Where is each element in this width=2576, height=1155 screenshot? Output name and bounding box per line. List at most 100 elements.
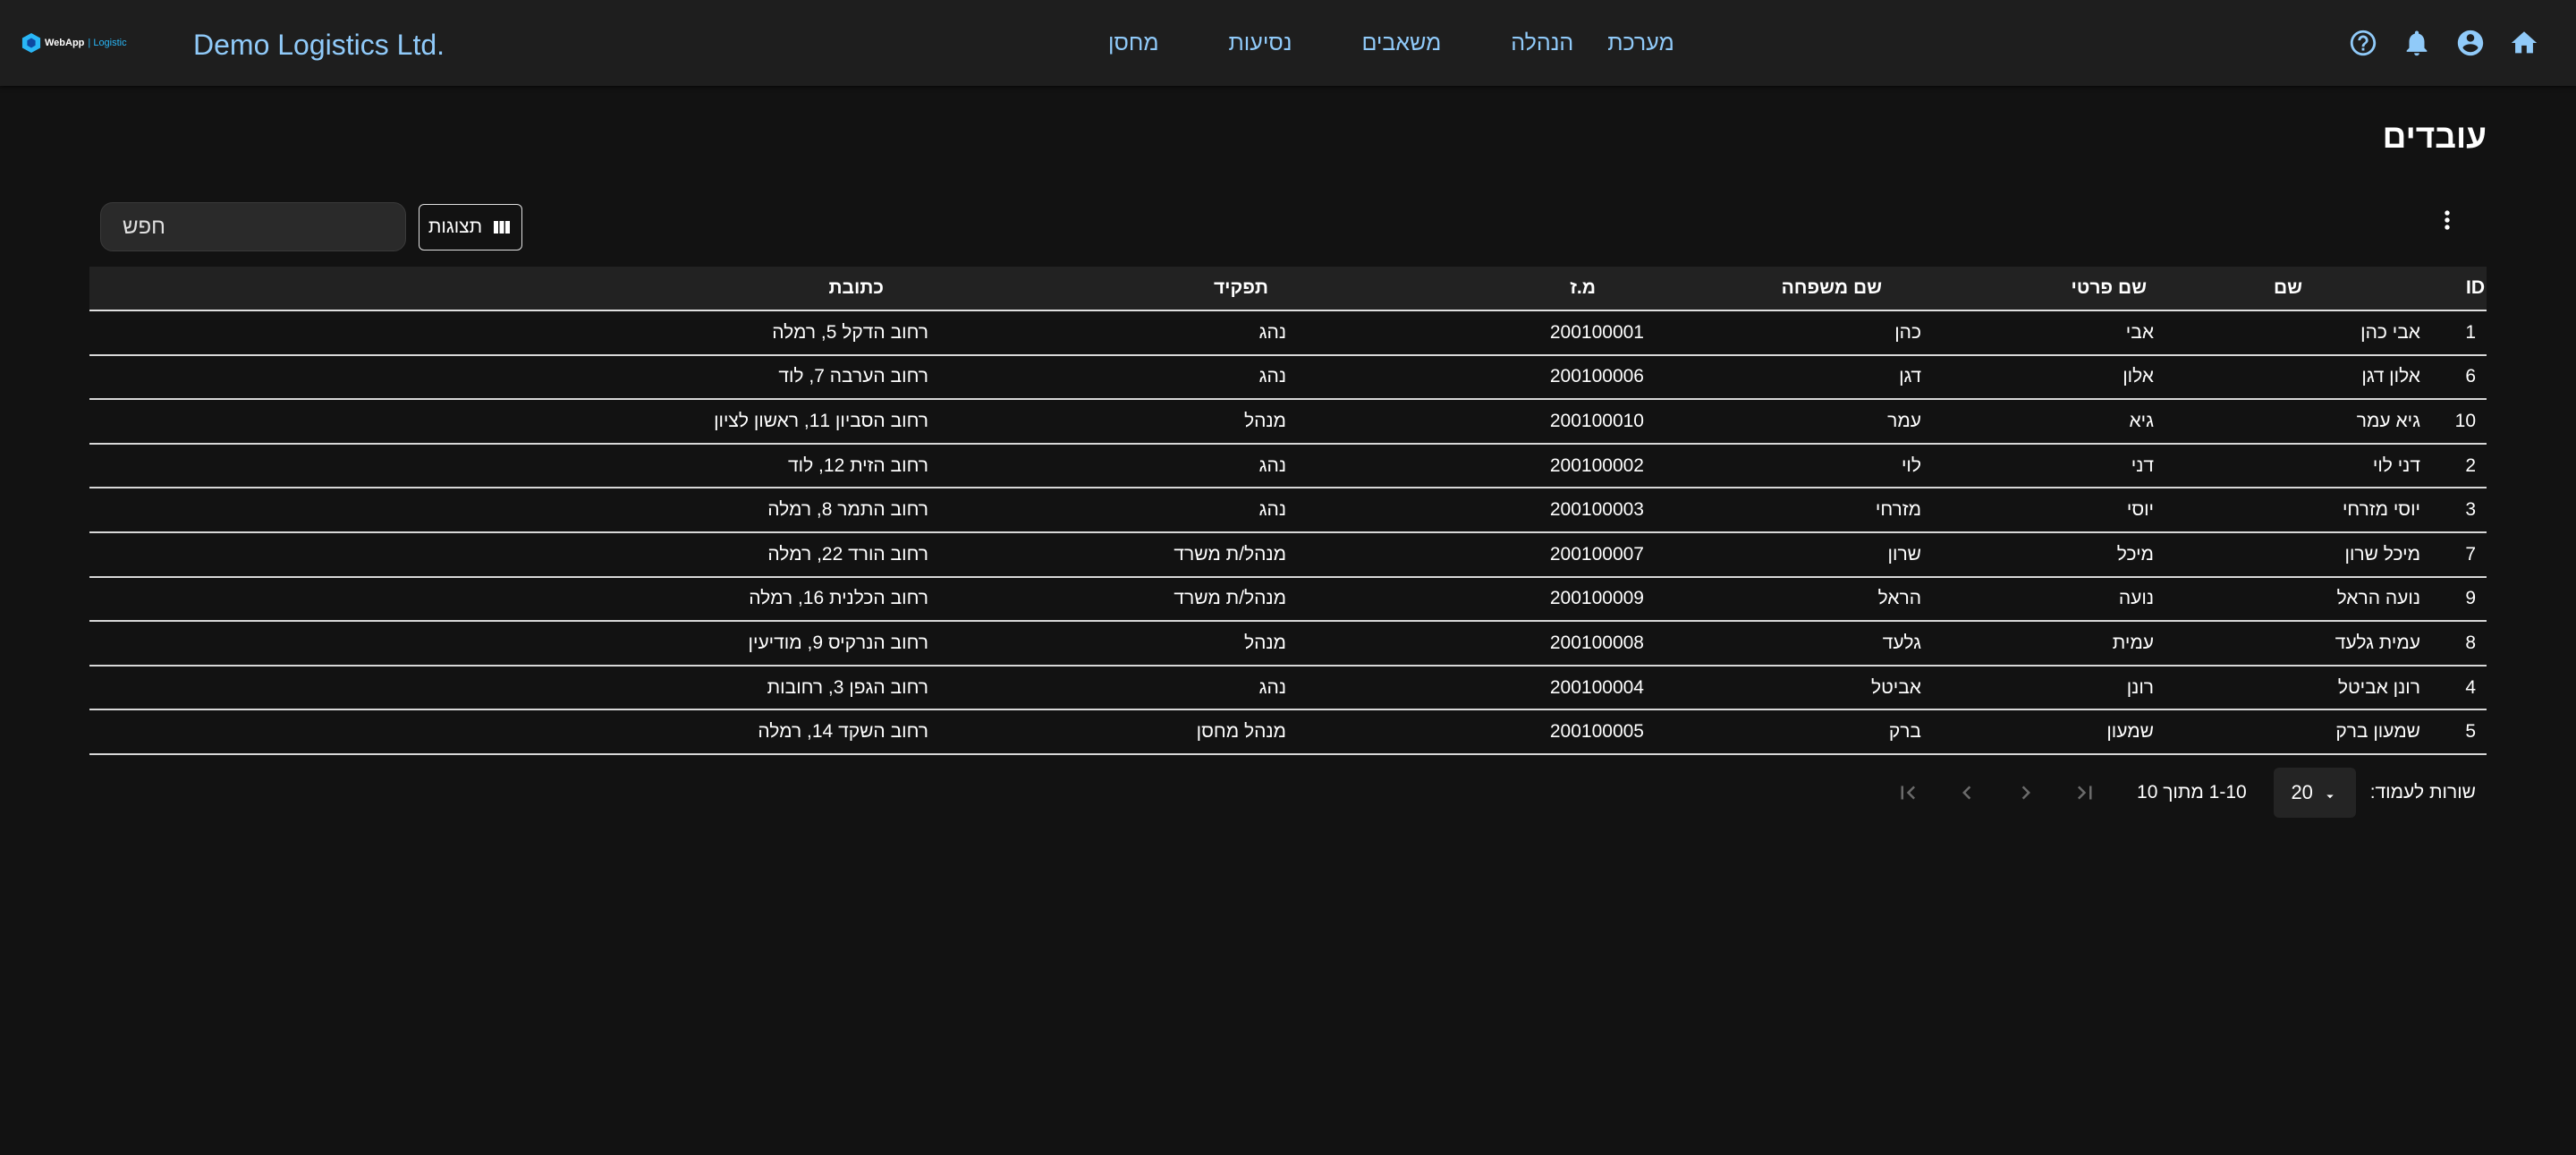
next-page-button[interactable]	[1949, 775, 1985, 811]
first-page-button[interactable]	[2067, 775, 2103, 811]
more-options-button[interactable]	[2429, 202, 2465, 238]
cell-id-number: 200100001	[1297, 310, 1655, 356]
cell-name-text: אבי כהן	[2360, 321, 2420, 343]
cell-first-name-text: יוסי	[2126, 499, 2154, 521]
cell-address-text: רחוב הכלנית 16, רמלה	[749, 588, 928, 609]
bell-icon[interactable]	[2399, 25, 2435, 61]
columns-view-button[interactable]: תצוגות	[419, 204, 522, 251]
previous-page-button[interactable]	[2008, 775, 2044, 811]
cell-name: אלון דגן	[2165, 354, 2433, 401]
cell-role: נהג	[939, 488, 1297, 533]
rows-per-page-select[interactable]: 20	[2273, 768, 2356, 818]
cell-role-text: מנהל	[1243, 410, 1286, 431]
cell-address: רחוב הסביון 11, ראשון לציון	[89, 399, 939, 445]
cell-address-text: רחוב הסביון 11, ראשון לציון	[714, 410, 928, 431]
cell-id-number-text: 200100001	[1549, 321, 1644, 343]
cell-address-text: רחוב הורד 22, רמלה	[767, 543, 928, 565]
table-row[interactable]: 6 אלון דגן אלון דגן 200100006 נהג רחוב הערבה 7…	[89, 354, 2487, 401]
employees-table: ID שם שם פרטי שם משפחה מ.ז תפקיד כתובת 1…	[89, 267, 2487, 755]
cell-id: 5	[2433, 709, 2487, 755]
table-row[interactable]: 1 אבי כהן אבי כהן 200100001 נהג רחוב הדקל 5, ר…	[89, 310, 2487, 356]
cell-address: רחוב התמר 8, רמלה	[89, 488, 939, 533]
cell-first-name: אבי	[1932, 310, 2165, 356]
table-row[interactable]: 7 מיכל שרון מיכל שרון 200100007 מנהל/ת משרד רח…	[89, 531, 2487, 578]
columns-button-label: תצוגות	[428, 217, 483, 237]
cell-id-number-text: 200100008	[1549, 632, 1644, 653]
nav-item-warehouse[interactable]: מחסן	[1091, 23, 1176, 63]
logo-text: WebApp	[45, 38, 85, 48]
cell-first-name: אלון	[1932, 354, 2165, 401]
cell-role: מנהל	[939, 621, 1297, 667]
cell-first-name: עמית	[1932, 621, 2165, 667]
cell-last-name-text: הראל	[1877, 588, 1921, 609]
cell-address-text: רחוב הזית 12, לוד	[788, 454, 928, 476]
cell-id-text: 6	[2465, 366, 2476, 387]
cell-last-name-text: שרון	[1887, 543, 1921, 565]
main-nav: מחסן נסיעות משאבים הנהלה מערכת	[1055, 23, 1691, 63]
cell-id-text: 3	[2465, 499, 2476, 521]
cell-last-name: אביטל	[1655, 665, 1932, 711]
cell-id-number: 200100005	[1297, 709, 1655, 755]
cell-role-text: נהג	[1258, 366, 1286, 387]
cell-id-text: 4	[2465, 676, 2476, 698]
cell-name-text: גיא עמר	[2356, 410, 2420, 431]
cell-address-text: רחוב הגפן 3, רחובות	[767, 676, 928, 698]
cell-first-name: מיכל	[1932, 531, 2165, 578]
cell-role: נהג	[939, 443, 1297, 489]
cell-role-text: נהג	[1258, 454, 1286, 476]
home-icon[interactable]	[2506, 25, 2542, 61]
cell-address: רחוב השקד 14, רמלה	[89, 709, 939, 755]
column-header-role[interactable]: תפקיד	[939, 267, 1297, 311]
cell-id: 1	[2433, 310, 2487, 356]
cell-last-name-text: גלעד	[1882, 632, 1921, 653]
nav-item-trips[interactable]: נסיעות	[1212, 23, 1309, 63]
table-row[interactable]: 5 שמעון ברק שמעון ברק 200100005 מנהל מחסן רחוב…	[89, 709, 2487, 755]
cell-id-number: 200100002	[1297, 443, 1655, 489]
column-header-id[interactable]: ID	[2433, 267, 2487, 311]
column-header-address[interactable]: כתובת	[89, 267, 939, 311]
last-page-button[interactable]	[1890, 775, 1926, 811]
cell-last-name: שרון	[1655, 531, 1932, 578]
more-vert-icon	[2445, 210, 2450, 230]
cell-role: מנהל	[939, 399, 1297, 445]
column-header-first-name[interactable]: שם פרטי	[1932, 267, 2165, 311]
cell-name-text: שמעון ברק	[2335, 721, 2420, 743]
cell-last-name-text: אביטל	[1870, 676, 1921, 698]
cell-first-name: יוסי	[1932, 488, 2165, 533]
cell-last-name: כהן	[1655, 310, 1932, 356]
table-row[interactable]: 3 יוסי מזרחי יוסי מזרחי 200100003 נהג רחוב התמ…	[89, 488, 2487, 533]
table-body: 1 אבי כהן אבי כהן 200100001 נהג רחוב הדקל 5, ר…	[89, 310, 2487, 755]
app-logo[interactable]: WebApp | Logistic	[21, 30, 129, 55]
column-header-id-number[interactable]: מ.ז	[1297, 267, 1655, 311]
cell-first-name-text: מיכל	[2116, 543, 2154, 565]
cell-id-number: 200100007	[1297, 531, 1655, 578]
search-field[interactable]	[100, 202, 406, 251]
logo-hex-icon	[21, 33, 41, 53]
cell-role-text: מנהל/ת משרד	[1174, 588, 1286, 609]
cell-name: מיכל שרון	[2165, 531, 2433, 578]
table-row[interactable]: 2 דני לוי דני לוי 200100002 נהג רחוב הזית 12, …	[89, 443, 2487, 489]
cell-address: רחוב הדקל 5, רמלה	[89, 310, 939, 356]
cell-first-name-text: נועה	[2118, 588, 2154, 609]
table-row[interactable]: 4 רונן אביטל רונן אביטל 200100004 נהג רחוב הגפ…	[89, 665, 2487, 711]
search-input[interactable]	[123, 214, 384, 240]
nav-item-management[interactable]: הנהלה	[1494, 23, 1590, 63]
cell-last-name-text: ברק	[1888, 721, 1921, 743]
cell-id: 6	[2433, 354, 2487, 401]
column-header-name[interactable]: שם	[2165, 267, 2433, 311]
nav-item-system[interactable]: מערכת	[1590, 23, 1691, 63]
cell-first-name: שמעון	[1932, 709, 2165, 755]
help-icon[interactable]	[2345, 25, 2381, 61]
table-row[interactable]: 8 עמית גלעד עמית גלעד 200100008 מנהל רחוב הנרק…	[89, 621, 2487, 667]
table-row[interactable]: 9 נועה הראל נועה הראל 200100009 מנהל/ת משרד רח…	[89, 576, 2487, 623]
cell-address: רחוב הורד 22, רמלה	[89, 531, 939, 578]
cell-name: נועה הראל	[2165, 576, 2433, 623]
cell-id-number-text: 200100010	[1549, 410, 1644, 431]
cell-address: רחוב הזית 12, לוד	[89, 443, 939, 489]
table-row[interactable]: 10 גיא עמר גיא עמר 200100010 מנהל רחוב הסביון …	[89, 399, 2487, 445]
column-header-last-name[interactable]: שם משפחה	[1655, 267, 1932, 311]
account-icon[interactable]	[2453, 25, 2488, 61]
nav-item-resources[interactable]: משאבים	[1344, 23, 1458, 63]
cell-id-number-text: 200100004	[1549, 676, 1644, 698]
cell-first-name: רונן	[1932, 665, 2165, 711]
